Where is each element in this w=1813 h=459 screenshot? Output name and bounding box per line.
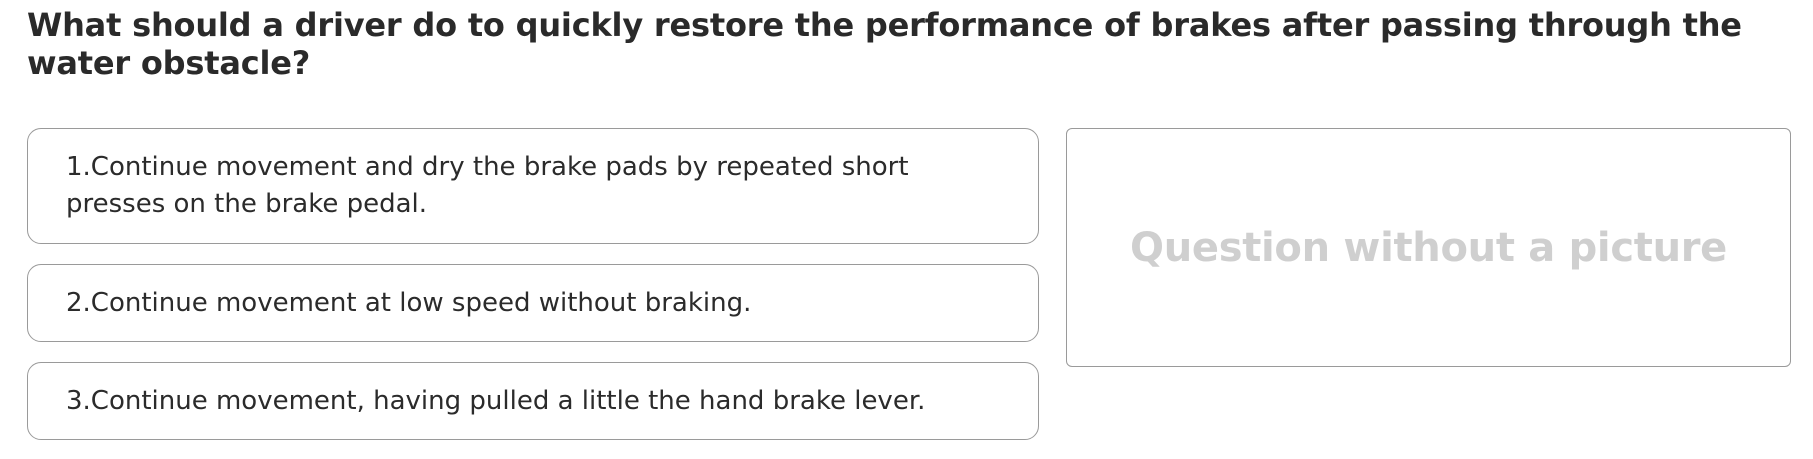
answer-option-1[interactable]: 1.Continue movement and dry the brake pa…: [27, 128, 1039, 244]
answer-option-3[interactable]: 3.Continue movement, having pulled a lit…: [27, 362, 1039, 440]
question-title: What should a driver do to quickly resto…: [27, 6, 1742, 82]
quiz-page: What should a driver do to quickly resto…: [0, 0, 1813, 459]
answer-option-1-label: 1.Continue movement and dry the brake pa…: [66, 152, 909, 219]
question-picture-box: Question without a picture: [1066, 128, 1791, 367]
answer-option-2-label: 2.Continue movement at low speed without…: [66, 287, 752, 318]
answer-option-2[interactable]: 2.Continue movement at low speed without…: [27, 264, 1039, 342]
picture-placeholder-text: Question without a picture: [1129, 224, 1728, 271]
answer-list: 1.Continue movement and dry the brake pa…: [27, 128, 1039, 459]
answer-option-3-label: 3.Continue movement, having pulled a lit…: [66, 385, 926, 416]
